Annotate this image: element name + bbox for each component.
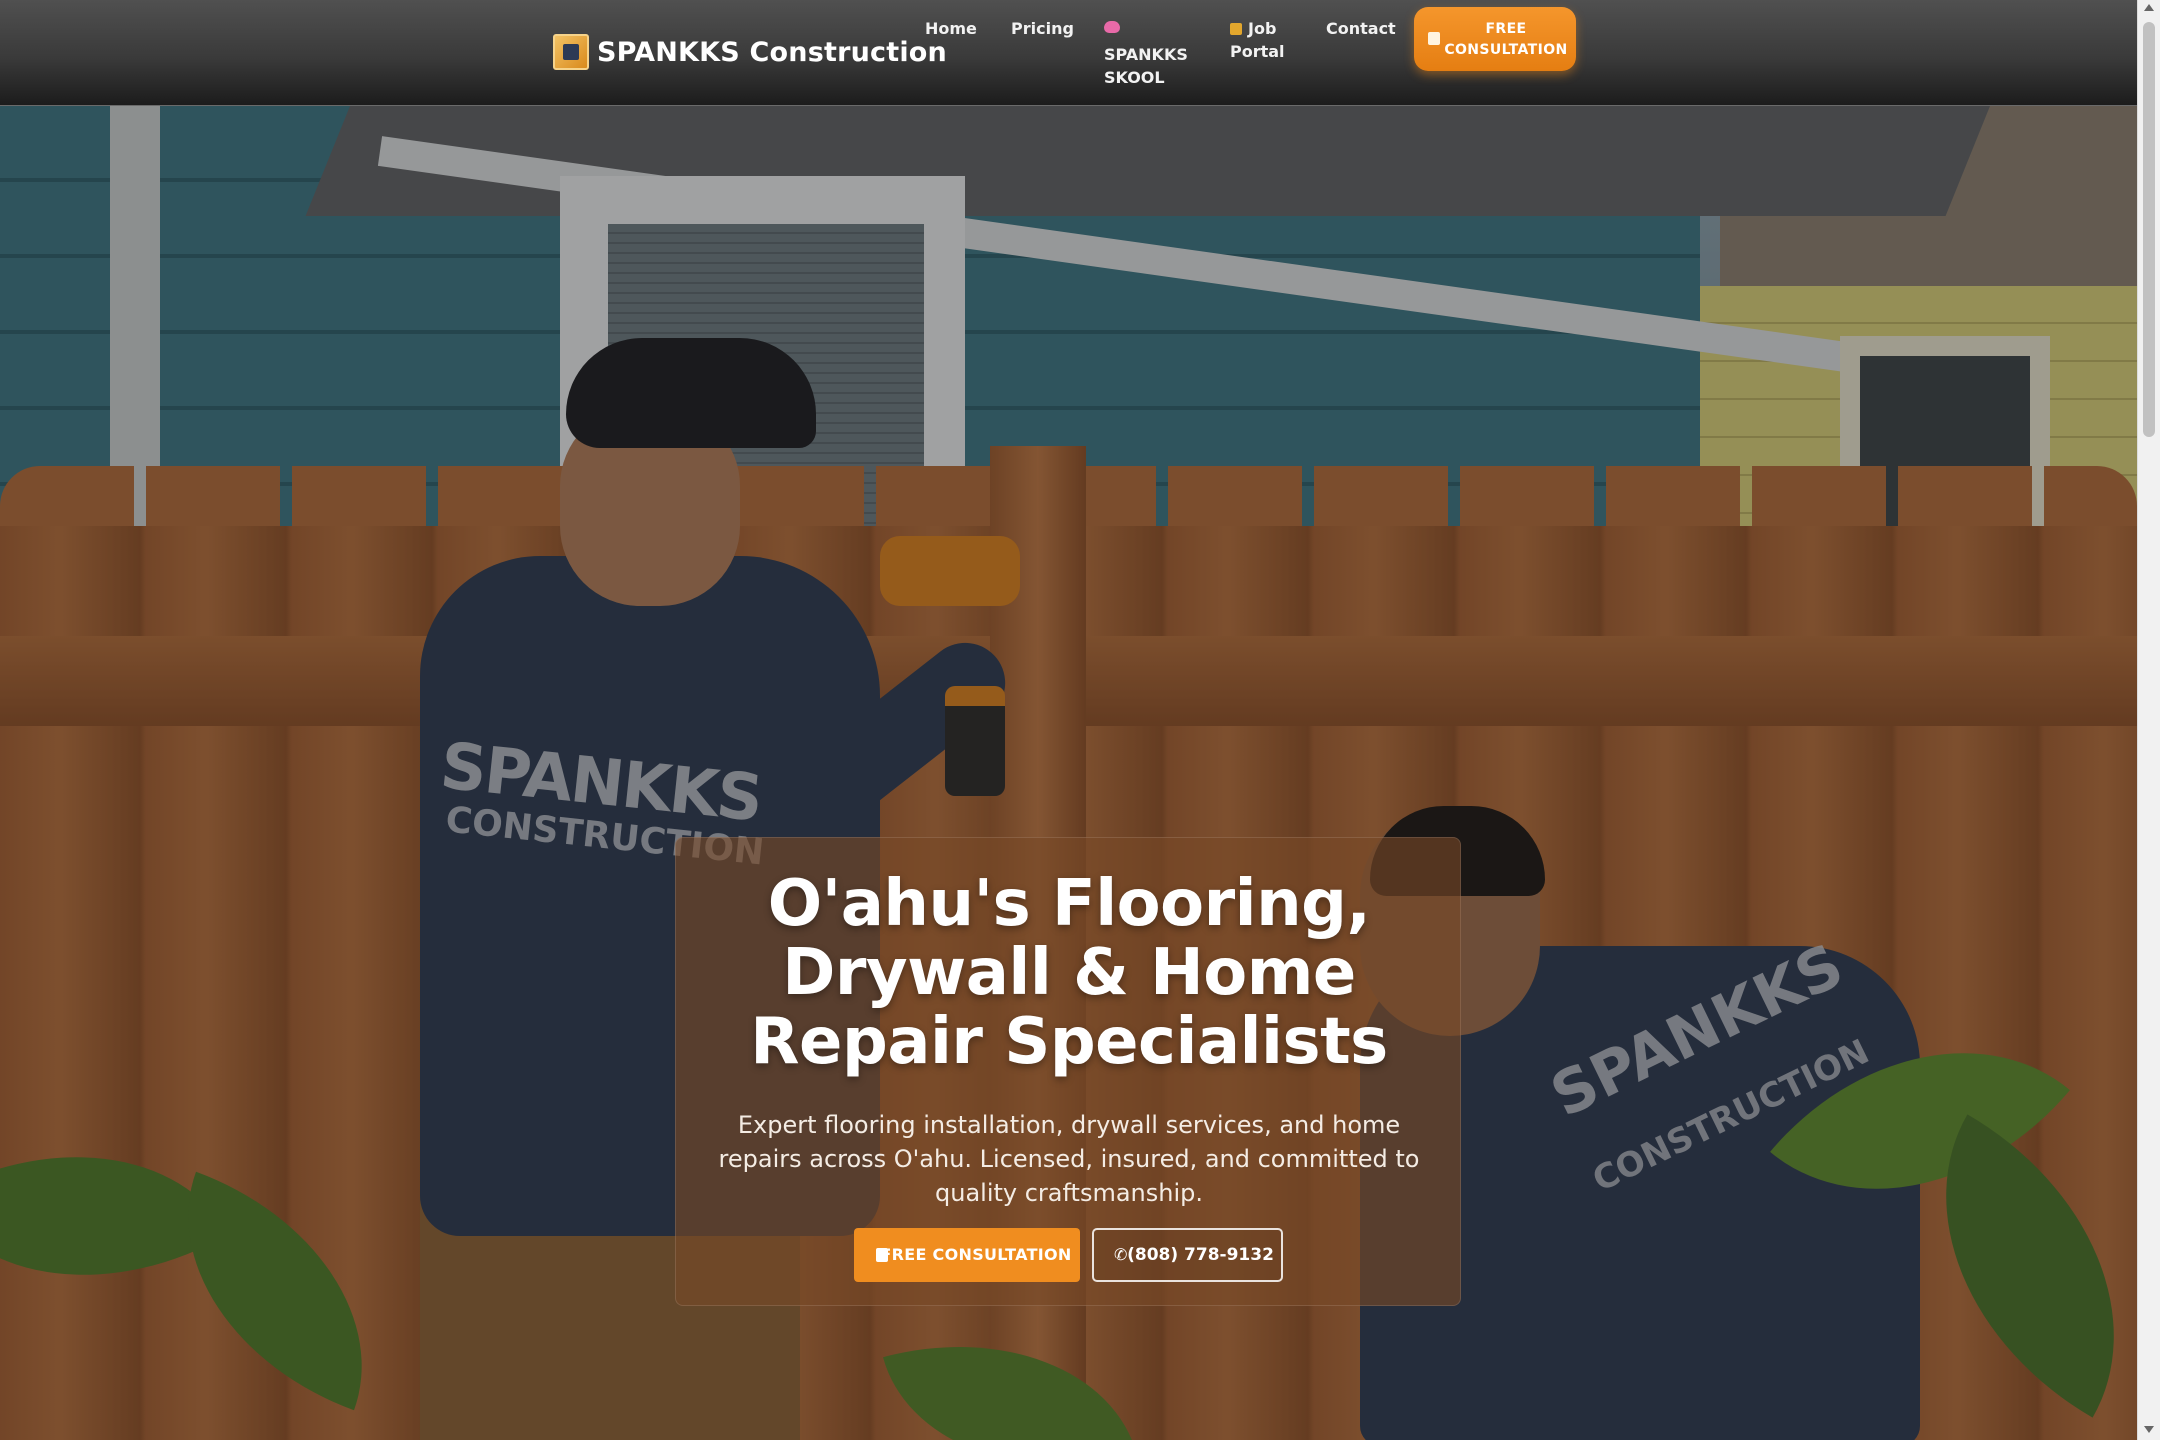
hero-section: SPANKKS CONSTRUCTION SPANKKS CONSTRUCTIO… <box>0 106 2137 1440</box>
hero-title-line2: Drywall & Home <box>782 936 1356 1010</box>
calendar-icon <box>876 1248 888 1262</box>
nav-cta-line2: CONSULTATION <box>1444 42 1568 58</box>
hero-card: O'ahu's Flooring, Drywall & Home Repair … <box>675 837 1461 1306</box>
nav-spankks-skool[interactable]: SPANKKS SKOOL <box>1104 17 1188 89</box>
free-consultation-label: FREE CONSULTATION <box>880 1245 1072 1264</box>
nav-skool-line1: SPANKKS <box>1104 45 1188 64</box>
call-phone-button[interactable]: ✆ (808) 778-9132 <box>1092 1228 1283 1282</box>
nav-job-line1: Job <box>1248 19 1277 38</box>
nav-skool-line2: SKOOL <box>1104 68 1165 87</box>
brand-link[interactable]: SPANKKS Construction <box>553 34 947 70</box>
hero-title-line1: O'ahu's Flooring, <box>767 867 1371 941</box>
top-navbar: SPANKKS Construction Home Pricing SPANKK… <box>0 0 2137 106</box>
phone-icon: ✆ <box>1114 1245 1128 1264</box>
brand-name: SPANKKS Construction <box>597 36 947 68</box>
calendar-icon <box>1428 32 1440 45</box>
vertical-scrollbar[interactable] <box>2137 0 2160 1440</box>
hero-title: O'ahu's Flooring, Drywall & Home Repair … <box>676 870 1462 1077</box>
brain-icon <box>1104 21 1120 33</box>
nav-pricing[interactable]: Pricing <box>1011 17 1074 40</box>
nav-free-consultation-button[interactable]: FREE CONSULTATION <box>1414 7 1576 71</box>
phone-number-label: (808) 778-9132 <box>1127 1245 1274 1265</box>
nav-job-line2: Portal <box>1230 42 1285 61</box>
nav-job-portal[interactable]: Job Portal <box>1230 17 1285 63</box>
hero-title-line3: Repair Specialists <box>750 1005 1388 1079</box>
free-consultation-button[interactable]: FREE CONSULTATION <box>854 1228 1080 1282</box>
scroll-up-arrow-icon[interactable] <box>2144 4 2154 11</box>
nav-contact[interactable]: Contact <box>1326 17 1396 40</box>
company-logo-icon <box>553 34 589 70</box>
nav-home[interactable]: Home <box>925 17 977 40</box>
lock-icon <box>1230 23 1242 35</box>
scrollbar-thumb[interactable] <box>2143 22 2155 437</box>
scroll-down-arrow-icon[interactable] <box>2144 1426 2154 1433</box>
hero-subtitle: Expert flooring installation, drywall se… <box>718 1111 1420 1207</box>
nav-cta-line1: FREE <box>1485 21 1527 37</box>
